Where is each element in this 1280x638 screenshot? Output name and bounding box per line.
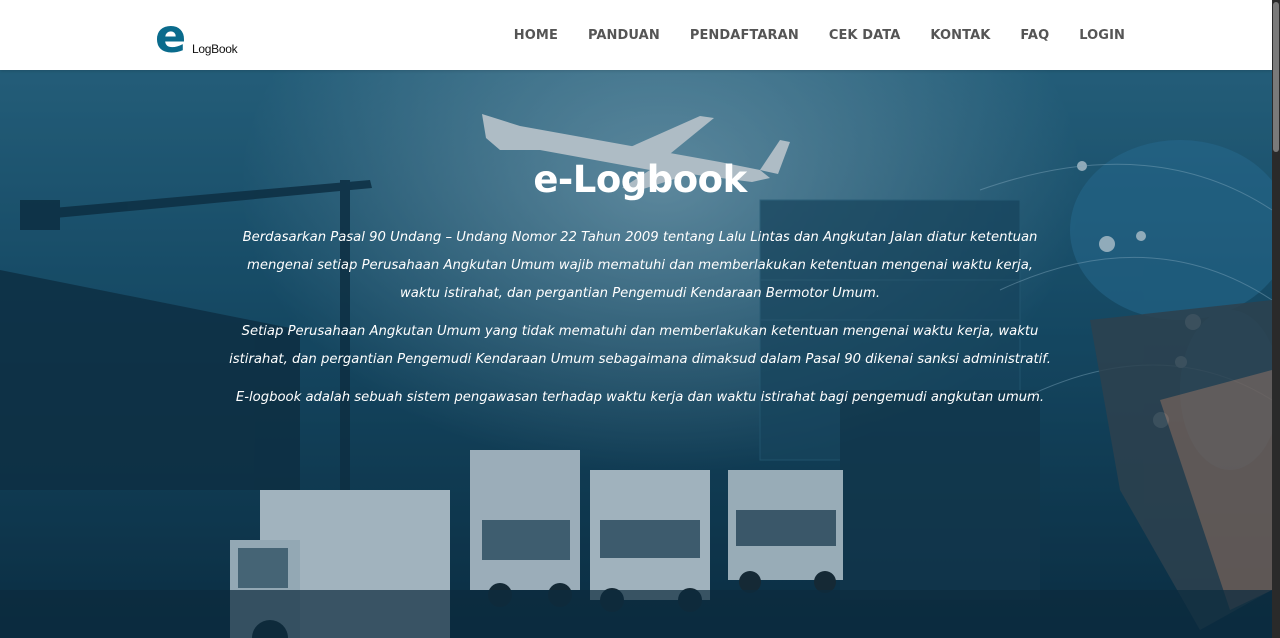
nav-panduan[interactable]: PANDUAN bbox=[588, 28, 660, 43]
site-logo[interactable]: e LogBook bbox=[155, 9, 250, 63]
scrollbar-thumb[interactable] bbox=[1273, 2, 1279, 152]
hero-paragraph-1: Berdasarkan Pasal 90 Undang – Undang Nom… bbox=[242, 230, 1038, 301]
hero-paragraph-2: Setiap Perusahaan Angkutan Umum yang tid… bbox=[229, 324, 1051, 367]
hero-section: e-Logbook Berdasarkan Pasal 90 Undang – … bbox=[0, 70, 1272, 638]
nav-login[interactable]: LOGIN bbox=[1079, 28, 1125, 43]
page-scrollbar[interactable] bbox=[1272, 0, 1280, 638]
hero-paragraph-3: E-logbook adalah sebuah sistem pengawasa… bbox=[235, 390, 1045, 405]
main-nav: HOME PANDUAN PENDAFTARAN CEK DATA KONTAK… bbox=[514, 0, 1125, 70]
logo-text: LogBook bbox=[192, 42, 238, 56]
nav-cek-data[interactable]: CEK DATA bbox=[829, 28, 901, 43]
nav-kontak[interactable]: KONTAK bbox=[930, 28, 990, 43]
nav-home[interactable]: HOME bbox=[514, 28, 558, 43]
logo-mark: e bbox=[155, 9, 187, 63]
navbar: e LogBook HOME PANDUAN PENDAFTARAN CEK D… bbox=[0, 0, 1272, 70]
page-title: e-Logbook bbox=[533, 158, 747, 201]
nav-faq[interactable]: FAQ bbox=[1020, 28, 1049, 43]
nav-pendaftaran[interactable]: PENDAFTARAN bbox=[690, 28, 799, 43]
